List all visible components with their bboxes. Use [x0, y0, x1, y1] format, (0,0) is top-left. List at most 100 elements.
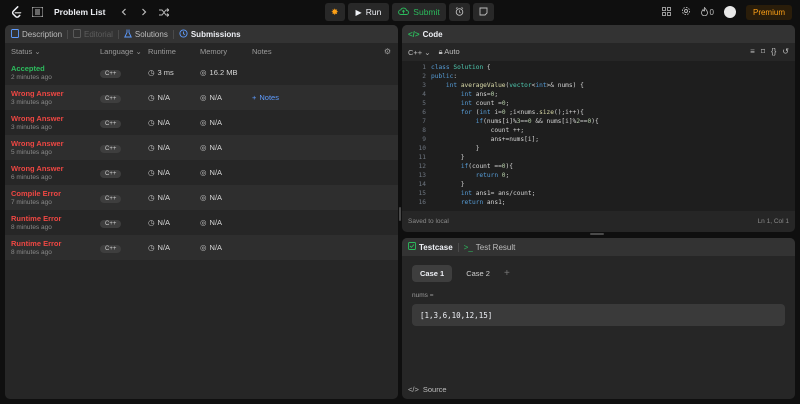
settings-gear-icon[interactable] [681, 3, 691, 21]
language-badge: C++ [100, 169, 122, 178]
language-selector[interactable]: C++ ⌄ [408, 48, 431, 57]
tab-description[interactable]: Description [11, 28, 62, 40]
premium-button[interactable]: Premium [745, 4, 792, 20]
clock-icon: ◷ [148, 193, 155, 202]
code-line: count ++; [431, 127, 525, 134]
add-case-icon[interactable]: + [504, 268, 510, 279]
code-line: return ans1; [460, 199, 506, 206]
table-row[interactable]: Wrong Answer 3 minutes ago C++ ◷ N/A ◎ N/A [5, 110, 398, 135]
submission-time: 6 minutes ago [11, 174, 52, 181]
variable-label: nums = [412, 292, 434, 299]
status-label[interactable]: Accepted [11, 64, 100, 73]
status-label[interactable]: Wrong Answer [11, 114, 100, 123]
nums-input[interactable]: [1,3,6,10,12,15] [412, 304, 785, 326]
line-number: 16 [418, 199, 426, 206]
table-settings-icon[interactable]: ⚙ [384, 47, 391, 56]
code-line: if(nums[i]%3==0 && nums[i]%2==0){ [475, 118, 599, 125]
table-row[interactable]: Runtime Error 8 minutes ago C++ ◷ N/A ◎ N/A [5, 235, 398, 260]
language-badge: C++ [100, 69, 122, 78]
timer-button[interactable] [448, 3, 470, 21]
leetcode-logo-icon[interactable] [8, 4, 24, 20]
format-lines-icon[interactable]: ≡ [750, 47, 755, 56]
submit-button[interactable]: Submit [392, 3, 446, 21]
shuffle-icon[interactable] [157, 5, 171, 19]
clock-icon: ◷ [148, 168, 155, 177]
horizontal-resize-handle[interactable] [590, 233, 604, 235]
status-label[interactable]: Wrong Answer [11, 164, 100, 173]
line-number: 13 [418, 172, 426, 179]
memory-chip-icon: ◎ [200, 168, 207, 177]
code-line: int averageValue(vector<int>& nums) { [445, 82, 584, 89]
memory-value: N/A [209, 243, 223, 252]
status-label[interactable]: Runtime Error [11, 214, 100, 223]
code-editor[interactable]: 1 class Solution { 2 public: 3 int avera… [402, 61, 795, 211]
language-column-header[interactable]: Language ⌄ [100, 47, 148, 56]
clock-icon: ◷ [148, 93, 155, 102]
code-status-bar: Saved to local Ln 1, Col 1 [402, 211, 795, 232]
auto-mode-toggle[interactable]: 🔒︎ Auto [439, 47, 460, 57]
language-badge: C++ [100, 244, 122, 253]
tab-editorial[interactable]: Editorial [73, 28, 113, 40]
next-problem-icon[interactable] [137, 5, 151, 19]
code-line: int ans=0; [460, 91, 499, 98]
submissions-list: Accepted 2 minutes ago C++ ◷ 3 ms ◎ 16.2 MB… [5, 60, 398, 260]
code-panel: </> Code C++ ⌄ 🔒︎ Auto ≡ ⌑ {} ↺ 1 class … [402, 25, 795, 232]
debug-button[interactable]: ✸ [325, 3, 345, 21]
lock-icon: 🔒︎ [438, 47, 443, 56]
code-toolbar: C++ ⌄ 🔒︎ Auto ≡ ⌑ {} ↺ [402, 43, 795, 61]
prev-problem-icon[interactable] [117, 5, 131, 19]
fire-icon [700, 5, 708, 18]
vertical-resize-handle[interactable] [399, 207, 401, 221]
cloud-upload-icon [398, 7, 410, 17]
status-label[interactable]: Wrong Answer [11, 139, 100, 148]
table-row[interactable]: Compile Error 7 minutes ago C++ ◷ N/A ◎ N/A [5, 185, 398, 210]
memory-column-header: Memory [200, 47, 228, 56]
table-row[interactable]: Wrong Answer 3 minutes ago C++ ◷ N/A ◎ N/A … [5, 85, 398, 110]
reset-code-icon[interactable]: ↺ [782, 47, 789, 56]
tab-submissions[interactable]: Submissions [179, 28, 241, 40]
play-icon: ▶ [355, 7, 362, 17]
tab-solutions[interactable]: Solutions [124, 29, 168, 40]
status-label[interactable]: Compile Error [11, 189, 100, 198]
line-number: 14 [418, 181, 426, 188]
submission-time: 8 minutes ago [11, 249, 52, 256]
terminal-icon: >_ [463, 242, 473, 252]
saved-status: Saved to local [408, 218, 449, 225]
line-number: 7 [422, 118, 426, 125]
user-avatar[interactable] [723, 6, 736, 18]
notes-button[interactable] [472, 3, 494, 21]
add-notes-button[interactable]: + Notes [252, 93, 332, 102]
tab-test-result[interactable]: >_ Test Result [464, 243, 516, 252]
memory-value: N/A [209, 218, 223, 227]
layout-grid-icon[interactable] [661, 3, 671, 21]
line-number: 3 [422, 82, 426, 89]
tab-testcase[interactable]: Testcase [408, 242, 453, 252]
source-button[interactable]: </> Source [408, 385, 447, 394]
run-button[interactable]: ▶ Run [347, 3, 390, 21]
problem-list-icon[interactable] [30, 5, 44, 19]
status-label[interactable]: Wrong Answer [11, 89, 100, 98]
memory-chip-icon: ◎ [200, 243, 207, 252]
case-1-tab[interactable]: Case 1 [412, 265, 453, 282]
code-brackets-icon: </> [408, 29, 420, 39]
status-column-header[interactable]: Status ⌄ [11, 47, 100, 56]
streak-counter[interactable]: 0 [700, 5, 714, 18]
memory-chip-icon: ◎ [200, 93, 207, 102]
submission-time: 3 minutes ago [11, 99, 52, 106]
tab-divider [67, 29, 69, 39]
runtime-value: N/A [157, 168, 171, 177]
tab-code[interactable]: </> Code [408, 30, 443, 39]
bookmark-icon[interactable]: ⌑ [761, 47, 765, 56]
code-line: class Solution { [431, 64, 491, 71]
memory-chip-icon: ◎ [200, 218, 207, 227]
braces-icon[interactable]: {} [771, 47, 776, 56]
table-row[interactable]: Accepted 2 minutes ago C++ ◷ 3 ms ◎ 16.2 MB [5, 60, 398, 85]
line-number: 15 [418, 190, 426, 197]
table-row[interactable]: Wrong Answer 5 minutes ago C++ ◷ N/A ◎ N/A [5, 135, 398, 160]
problem-list-title[interactable]: Problem List [54, 7, 105, 17]
table-row[interactable]: Wrong Answer 6 minutes ago C++ ◷ N/A ◎ N/A [5, 160, 398, 185]
table-row[interactable]: Runtime Error 8 minutes ago C++ ◷ N/A ◎ N/A [5, 210, 398, 235]
case-2-tab[interactable]: Case 2 [458, 265, 498, 282]
status-label[interactable]: Runtime Error [11, 239, 100, 248]
clock-icon: ◷ [148, 118, 155, 127]
